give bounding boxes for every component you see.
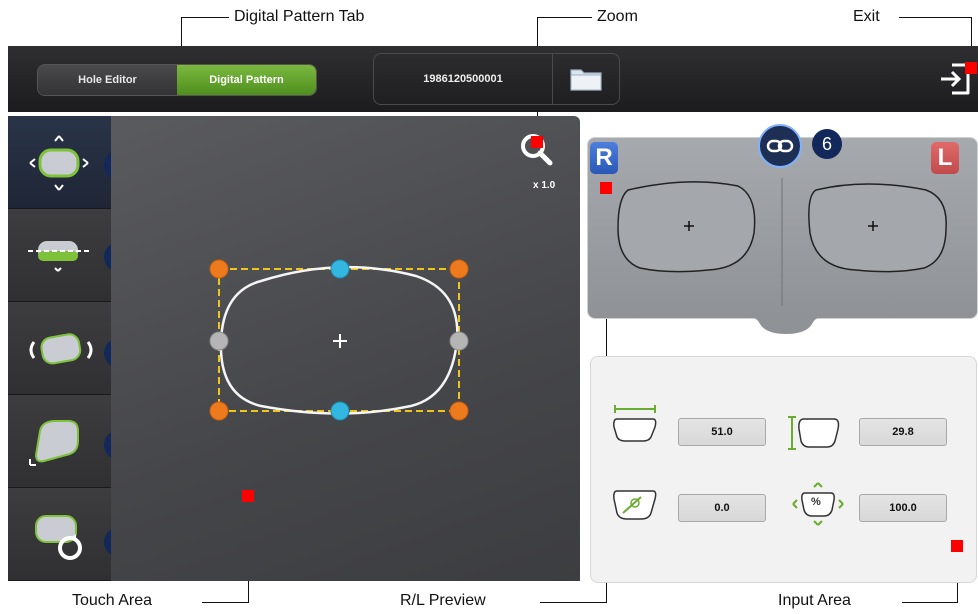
tool-rotate-button[interactable]: [8, 302, 111, 395]
preview-tab-notch: [746, 316, 826, 334]
leader-line: [537, 17, 592, 18]
callout-input-area: Input Area: [778, 592, 851, 609]
marker-input-area: [951, 540, 963, 552]
left-eye-badge[interactable]: L: [931, 142, 959, 174]
move-lens-icon: [29, 135, 89, 191]
mode-tabs: Hole Editor Digital Pattern: [37, 64, 317, 96]
top-app-bar: Hole Editor Digital Pattern 198612050000…: [8, 46, 978, 112]
folder-icon: [570, 69, 602, 91]
handle-bottom-right: [449, 401, 469, 421]
touch-area[interactable]: [111, 116, 580, 581]
handle-top-right: [449, 259, 469, 279]
leader-line: [902, 602, 957, 603]
tab-hole-editor[interactable]: Hole Editor: [38, 65, 177, 95]
marker-zoom: [531, 136, 543, 148]
angle-value[interactable]: 0.0: [678, 494, 766, 522]
marker-rl-preview: [600, 182, 612, 194]
handle-bottom-center: [330, 401, 350, 421]
height-value[interactable]: 29.8: [859, 418, 947, 446]
input-area: 51.0 29.8 0.0 % 100.0: [590, 356, 977, 583]
angle-icon: [613, 490, 657, 520]
handle-bottom-left: [209, 401, 229, 421]
scale-value[interactable]: 100.0: [859, 494, 947, 522]
link-toggle-button[interactable]: [758, 124, 802, 168]
handle-left-center: [209, 331, 229, 351]
lens-width-icon: [613, 405, 657, 442]
file-number[interactable]: 1986120500001: [374, 73, 552, 85]
reset-lens-icon: [35, 515, 82, 560]
scale-icon: %: [791, 481, 845, 527]
link-badge-6: 6: [812, 129, 842, 159]
leader-line: [202, 602, 248, 603]
tool-reshape-button[interactable]: [8, 395, 111, 488]
file-selector: 1986120500001: [373, 53, 620, 105]
tool-strip: [8, 116, 111, 581]
tool-move-button[interactable]: [8, 116, 111, 209]
lens-height-icon: [788, 416, 840, 450]
callout-exit: Exit: [853, 8, 880, 25]
rotate-lens-icon: [29, 333, 93, 365]
handle-top-center: [330, 259, 350, 279]
tool-reset-button[interactable]: [8, 488, 111, 581]
lens-editor-canvas: [209, 259, 469, 421]
leader-line: [181, 17, 229, 18]
height-lens-icon: [28, 241, 90, 272]
marker-exit: [965, 62, 977, 74]
marker-touch-area: [242, 490, 254, 502]
callout-touch-area: Touch Area: [72, 592, 153, 609]
chain-link-icon: [766, 139, 794, 153]
zoom-level: x 1.0: [533, 180, 556, 191]
right-eye-badge[interactable]: R: [590, 142, 618, 174]
handle-right-center: [449, 331, 469, 351]
tab-digital-pattern[interactable]: Digital Pattern: [177, 65, 316, 95]
width-value[interactable]: 51.0: [678, 418, 766, 446]
handle-top-left: [209, 259, 229, 279]
reshape-lens-icon: [29, 420, 79, 466]
scale-percent-symbol: %: [811, 496, 821, 508]
tool-height-button[interactable]: [8, 209, 111, 302]
folder-button[interactable]: [553, 66, 619, 92]
callout-digital-pattern-tab: Digital Pattern Tab: [234, 8, 365, 25]
leader-line: [540, 602, 606, 603]
callout-rl-preview: R/L Preview: [400, 592, 486, 609]
callout-zoom: Zoom: [597, 8, 638, 25]
leader-line: [899, 17, 972, 18]
